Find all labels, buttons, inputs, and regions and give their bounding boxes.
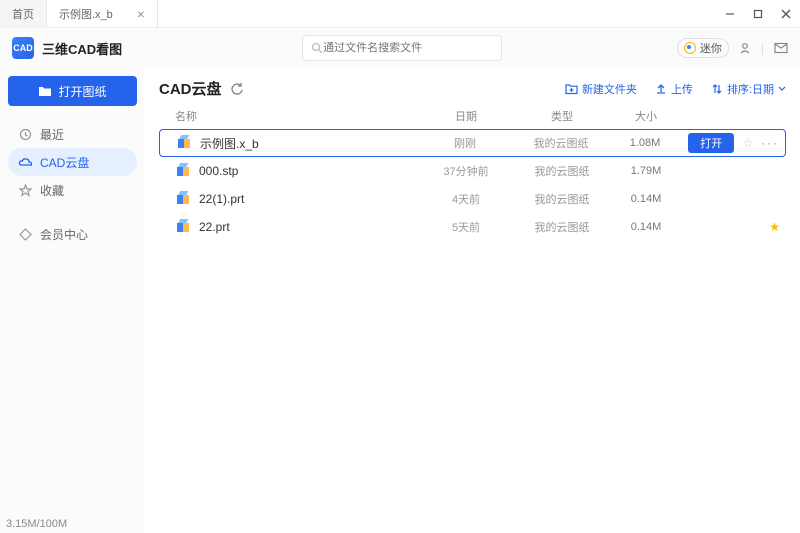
status-bar: 3.15M/100M (0, 515, 145, 533)
sidebar-item-member[interactable]: 会员中心 (8, 220, 137, 248)
search-box[interactable] (302, 35, 502, 61)
title-bar: 首页 示例图.x_b × (0, 0, 800, 28)
file-size: 0.14M (610, 221, 682, 233)
open-file-button[interactable]: 打开 (688, 133, 734, 153)
close-icon[interactable]: × (137, 7, 145, 21)
file-icon (175, 219, 191, 235)
file-icon (175, 163, 191, 179)
new-folder-button[interactable]: 新建文件夹 (565, 81, 637, 97)
minimize-button[interactable] (716, 0, 744, 28)
file-date: 5天前 (418, 219, 514, 235)
mail-icon[interactable] (774, 42, 788, 54)
file-size: 0.14M (610, 193, 682, 205)
file-type: 我的云图纸 (513, 135, 609, 151)
folder-plus-icon (565, 83, 578, 95)
upload-button[interactable]: 上传 (655, 81, 693, 97)
sidebar-item-cloud[interactable]: CAD云盘 (8, 148, 137, 176)
star-icon[interactable]: ☆ (742, 136, 753, 150)
refresh-icon[interactable] (230, 82, 244, 96)
user-icon[interactable] (739, 42, 751, 54)
toolbar: 新建文件夹 上传 排序:日期 (159, 81, 786, 97)
star-icon (18, 184, 32, 197)
sidebar-item-recent[interactable]: 最近 (8, 120, 137, 148)
search-input[interactable] (323, 42, 493, 54)
file-name: 000.stp (199, 164, 238, 178)
table-row[interactable]: 000.stp 37分钟前我的云图纸1.79M (159, 157, 786, 185)
file-date: 刚刚 (417, 135, 513, 151)
main-panel: CAD云盘 新建文件夹 上传 排序:日期 名称 日期 类型 大小 示例图.x_b… (145, 68, 800, 515)
file-list: 示例图.x_b刚刚我的云图纸1.08M打开☆···000.stp37分钟前我的云… (159, 129, 786, 241)
close-button[interactable] (772, 0, 800, 28)
sort-button[interactable]: 排序:日期 (711, 81, 786, 97)
file-date: 4天前 (418, 191, 514, 207)
table-row[interactable]: 22.prt 5天前我的云图纸0.14M ★ (159, 213, 786, 241)
folder-icon (38, 85, 52, 97)
file-type: 我的云图纸 (514, 163, 610, 179)
file-type: 我的云图纸 (514, 191, 610, 207)
diamond-icon (18, 228, 32, 241)
file-icon (175, 191, 191, 207)
app-name: 三维CAD看图 (42, 39, 122, 58)
file-size: 1.08M (609, 137, 681, 149)
cloud-icon (18, 157, 32, 168)
file-name: 22(1).prt (199, 192, 244, 206)
tab-file[interactable]: 示例图.x_b × (47, 0, 158, 28)
app-logo-icon: CAD (12, 37, 34, 59)
search-icon (311, 42, 323, 54)
table-row[interactable]: 22(1).prt 4天前我的云图纸0.14M (159, 185, 786, 213)
file-name: 示例图.x_b (200, 135, 259, 152)
sidebar-item-favorites[interactable]: 收藏 (8, 176, 137, 204)
star-icon[interactable]: ★ (769, 220, 780, 234)
mini-mode-button[interactable]: 迷你 (677, 38, 729, 58)
open-drawing-button[interactable]: 打开图纸 (8, 76, 137, 106)
storage-usage: 3.15M/100M (6, 518, 67, 530)
file-size: 1.79M (610, 165, 682, 177)
chevron-down-icon (778, 85, 786, 93)
tab-home[interactable]: 首页 (0, 0, 47, 28)
app-header: CAD 三维CAD看图 迷你 | (0, 28, 800, 68)
table-row[interactable]: 示例图.x_b 刚刚我的云图纸1.08M 打开 ☆ ··· (159, 129, 786, 157)
upload-icon (655, 83, 667, 95)
sort-icon (711, 83, 723, 95)
file-date: 37分钟前 (418, 163, 514, 179)
file-type: 我的云图纸 (514, 219, 610, 235)
file-name: 22.prt (199, 220, 230, 234)
more-icon[interactable]: ··· (761, 136, 779, 150)
table-header: 名称 日期 类型 大小 (159, 103, 786, 129)
sidebar: 打开图纸 最近 CAD云盘 收藏 会员中心 (0, 68, 145, 515)
clock-icon (18, 128, 32, 141)
maximize-button[interactable] (744, 0, 772, 28)
mini-icon (684, 42, 696, 54)
file-icon (176, 135, 192, 151)
